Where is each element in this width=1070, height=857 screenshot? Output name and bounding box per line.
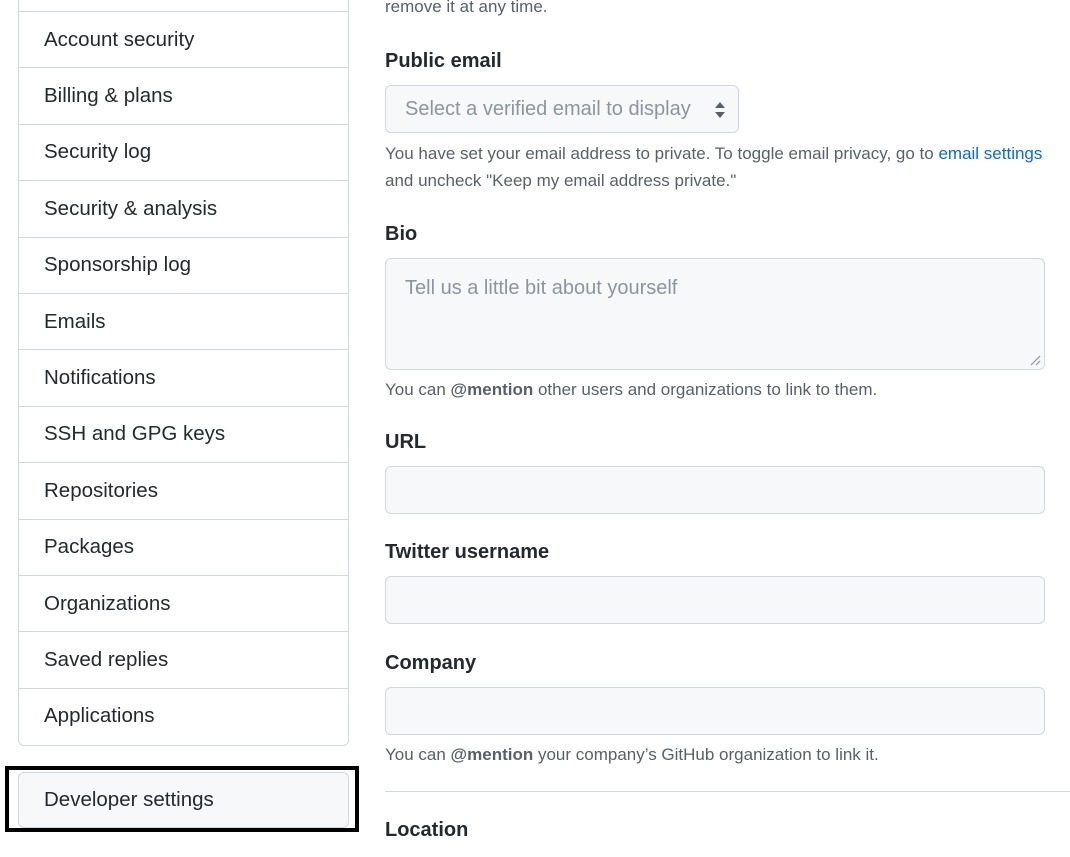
sidebar-item-label: Billing & plans: [44, 84, 173, 108]
sidebar-item-label: Security & analysis: [44, 196, 218, 220]
sidebar-item-label: Developer settings: [44, 788, 214, 811]
sidebar-item-label: Applications: [44, 704, 155, 728]
twitter-username-input[interactable]: [385, 576, 1045, 624]
mention-text: @mention: [450, 380, 534, 399]
settings-page: Account security Billing & plans Securit…: [0, 0, 1070, 857]
public-email-select[interactable]: Select a verified email to display: [385, 85, 739, 133]
sidebar-item-label: Repositories: [44, 478, 158, 502]
sidebar-item-label: Emails: [44, 309, 106, 333]
public-email-select-value: Select a verified email to display: [405, 97, 691, 120]
company-input[interactable]: [385, 687, 1045, 735]
top-help-text: remove it at any time.: [385, 0, 548, 16]
section-divider: [385, 791, 1070, 792]
company-label: Company: [385, 652, 477, 674]
bio-label: Bio: [385, 223, 418, 245]
sidebar-item-label: Security log: [44, 140, 152, 164]
bio-textarea[interactable]: Tell us a little bit about yourself: [385, 258, 1045, 370]
sidebar-item-repositories[interactable]: Repositories: [19, 462, 348, 518]
sidebar-item-organizations[interactable]: Organizations: [19, 574, 348, 631]
sidebar-item-saved-replies[interactable]: Saved replies: [19, 631, 348, 687]
sidebar-item-emails[interactable]: Emails: [19, 292, 348, 349]
twitter-username-label: Twitter username: [385, 541, 550, 563]
public-email-help: You have set your email address to priva…: [385, 144, 1043, 163]
public-email-label: Public email: [385, 50, 502, 72]
resize-grip-icon[interactable]: [1029, 354, 1041, 366]
sidebar-item-label: SSH and GPG keys: [44, 422, 226, 446]
sidebar-item-ssh-gpg-keys[interactable]: SSH and GPG keys: [19, 405, 348, 462]
sidebar-item-security-analysis[interactable]: Security & analysis: [19, 180, 348, 236]
sidebar-item-label: Notifications: [44, 366, 156, 390]
bio-placeholder: Tell us a little bit about yourself: [405, 277, 678, 299]
sidebar-item-applications[interactable]: Applications: [19, 687, 348, 744]
settings-sidebar: Account security Billing & plans Securit…: [18, 0, 349, 746]
sidebar-item-label: Sponsorship log: [44, 253, 192, 277]
public-email-help-line2: and uncheck "Keep my email address priva…: [385, 171, 737, 190]
sidebar-item-label: Account security: [44, 27, 195, 51]
sidebar-item-security-log[interactable]: Security log: [19, 123, 348, 180]
location-label: Location: [385, 819, 469, 841]
mention-text: @mention: [450, 745, 534, 764]
select-arrows-icon: [715, 102, 725, 118]
url-input[interactable]: [385, 466, 1045, 514]
sidebar-item-notifications[interactable]: Notifications: [19, 349, 348, 405]
sidebar-item-packages[interactable]: Packages: [19, 518, 348, 575]
url-label: URL: [385, 431, 427, 453]
sidebar-item-account-security[interactable]: Account security: [19, 11, 348, 67]
sidebar-item-label: Organizations: [44, 591, 171, 615]
sidebar-item-billing-plans[interactable]: Billing & plans: [19, 67, 348, 123]
sidebar-item-label: Packages: [44, 535, 135, 559]
email-settings-link[interactable]: email settings: [938, 144, 1042, 163]
company-help: You can @mention your company’s GitHub o…: [385, 745, 879, 764]
bio-help: You can @mention other users and organiz…: [385, 380, 878, 399]
sidebar-item-developer-settings[interactable]: Developer settings: [18, 772, 349, 828]
sidebar-item-label: Saved replies: [44, 647, 169, 671]
sidebar-item-sponsorship-log[interactable]: Sponsorship log: [19, 236, 348, 293]
